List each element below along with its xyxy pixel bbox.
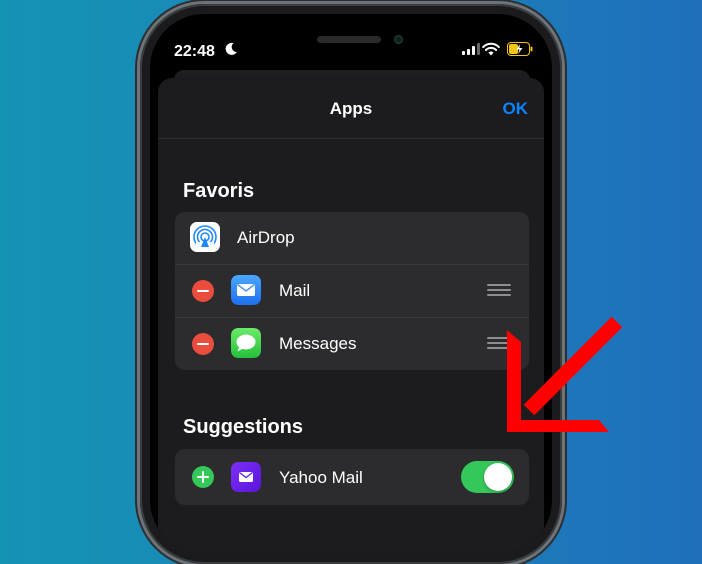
- yahoo-mail-toggle[interactable]: [461, 461, 514, 493]
- favorite-label-messages: Messages: [279, 334, 357, 353]
- add-yahoo-mail-button[interactable]: [192, 466, 214, 488]
- status-bar: 22:48: [150, 14, 552, 64]
- ok-button[interactable]: OK: [503, 99, 529, 119]
- status-time: 22:48: [174, 43, 215, 60]
- apps-sheet: Apps OK Favoris AirDrop Mail Messages Su…: [158, 78, 544, 554]
- mail-icon: [231, 275, 261, 305]
- signal-icon: [462, 43, 480, 55]
- suggestions-list: Yahoo Mail: [175, 449, 529, 505]
- favorite-label-airdrop: AirDrop: [237, 228, 295, 247]
- toggle-knob: [484, 463, 512, 491]
- favorite-row-messages[interactable]: Messages: [175, 318, 529, 370]
- remove-mail-button[interactable]: [192, 280, 214, 302]
- airdrop-icon: [190, 222, 220, 252]
- yahoo-mail-icon: [231, 462, 261, 492]
- camera-dot: [394, 35, 403, 44]
- wifi-icon: [482, 42, 500, 56]
- suggestion-label-yahoo-mail: Yahoo Mail: [279, 468, 363, 487]
- drag-handle-icon[interactable]: [487, 284, 511, 297]
- sheet-header: Apps OK: [158, 78, 544, 139]
- favorites-title: Favoris: [183, 180, 255, 202]
- favorite-row-mail[interactable]: Mail: [175, 265, 529, 318]
- favorite-row-airdrop[interactable]: AirDrop: [175, 212, 529, 265]
- messages-icon: [231, 328, 261, 358]
- favorites-list: AirDrop Mail Messages: [175, 212, 529, 370]
- sheet-title: Apps: [329, 99, 373, 118]
- suggestions-title: Suggestions: [183, 416, 304, 438]
- suggestion-row-yahoo-mail[interactable]: Yahoo Mail: [175, 449, 529, 505]
- battery-charging-icon: [507, 42, 533, 56]
- moon-icon: [225, 42, 237, 55]
- favorite-label-mail: Mail: [279, 281, 311, 300]
- remove-messages-button[interactable]: [192, 333, 214, 355]
- phone-screen: 22:48 Apps OK Favoris AirDrop Mail Messa…: [150, 14, 552, 554]
- red-arrow-annotation: [507, 316, 623, 432]
- dynamic-island: [317, 36, 381, 43]
